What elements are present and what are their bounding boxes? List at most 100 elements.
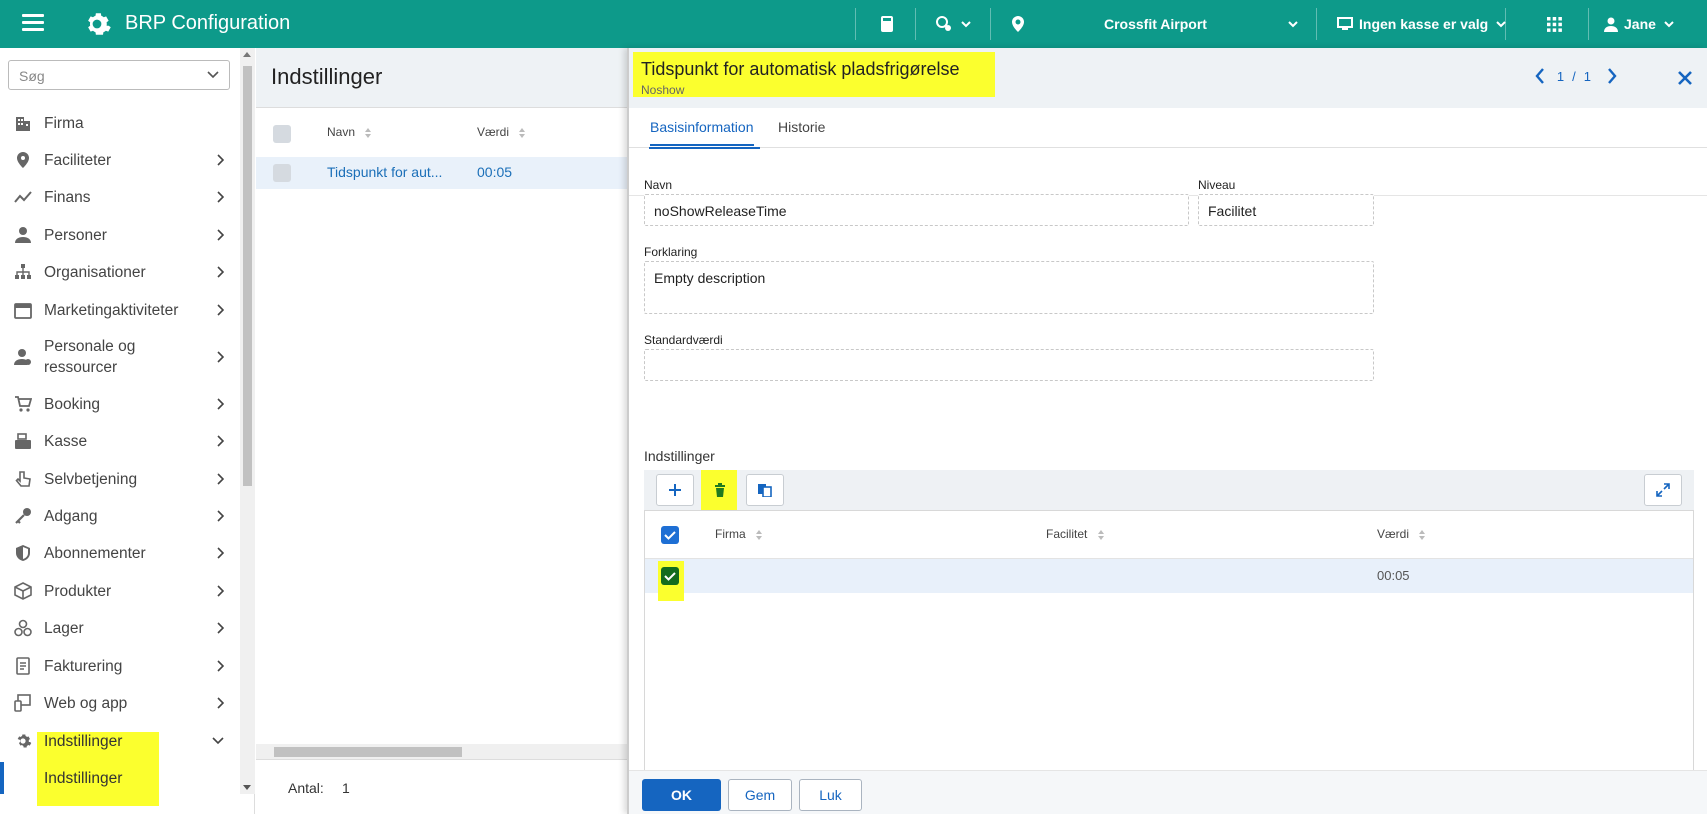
sidebar: Søg Firma Faciliteter Finans Personer Or… — [0, 48, 255, 814]
pager-current: 1 — [1556, 68, 1565, 84]
active-tab-indicator — [649, 147, 760, 149]
search-input[interactable]: Søg — [8, 60, 230, 90]
sidebar-item-label: Marketingaktiviteter — [44, 301, 179, 319]
sidebar-item-lager[interactable]: Lager — [0, 615, 238, 641]
detail-title: Tidspunkt for automatisk pladsfrigørelse — [641, 59, 960, 79]
chevron-left-icon[interactable] — [1535, 68, 1545, 84]
sidebar-item-produkter[interactable]: Produkter — [0, 578, 238, 604]
sidebar-item-booking[interactable]: Booking — [0, 391, 238, 417]
sidebar-item-indstillinger[interactable]: Indstillinger — [0, 728, 238, 754]
close-icon[interactable] — [1677, 70, 1693, 86]
row-checkbox[interactable] — [661, 567, 679, 585]
sidebar-item-fakturering[interactable]: Fakturering — [0, 653, 238, 679]
delete-button[interactable] — [701, 474, 739, 506]
sort-icon — [1097, 529, 1104, 540]
sidebar-item-web-og-app[interactable]: Web og app — [0, 690, 238, 716]
name-field[interactable]: noShowReleaseTime — [644, 194, 1189, 226]
sidebar-item-marketingaktiviteter[interactable]: Marketingaktiviteter — [0, 297, 238, 323]
column-header-vaerdi[interactable]: Værdi — [1377, 527, 1426, 541]
description-field[interactable]: Empty description — [644, 261, 1374, 314]
column-header-label: Firma — [715, 527, 746, 541]
person-icon — [15, 227, 31, 243]
sidebar-item-organisationer[interactable]: Organisationer — [0, 259, 238, 285]
sidebar-item-faciliteter[interactable]: Faciliteter — [0, 147, 238, 173]
pager-total: 1 — [1583, 68, 1591, 84]
scrollbar-thumb[interactable] — [274, 747, 462, 757]
copy-button[interactable] — [746, 474, 784, 506]
user-menu[interactable]: Jane — [1604, 0, 1674, 48]
sidebar-item-label: Indstillinger — [44, 732, 123, 750]
close-button[interactable]: Luk — [799, 779, 862, 811]
list-header: Indstillinger — [256, 48, 628, 108]
sort-icon — [1419, 529, 1426, 540]
divider — [990, 8, 991, 40]
calculator-button[interactable] — [880, 0, 894, 48]
sidebar-item-finans[interactable]: Finans — [0, 184, 238, 210]
highlight-marker: Tidspunkt for automatisk pladsfrigørelse… — [633, 52, 995, 97]
chevron-right-icon — [217, 351, 224, 363]
chevron-right-icon — [217, 229, 224, 241]
level-value: Facilitet — [1208, 203, 1257, 219]
column-header-firma[interactable]: Firma — [715, 527, 763, 541]
sidebar-scrollbar[interactable] — [240, 48, 255, 794]
boxes-icon — [14, 619, 32, 637]
pager: 1 / 1 — [1535, 68, 1617, 84]
apps-grid-icon — [1547, 16, 1562, 32]
save-button[interactable]: Gem — [728, 779, 792, 811]
field-label: Forklaring — [644, 245, 698, 259]
apps-button[interactable] — [1547, 0, 1562, 48]
chevron-right-icon[interactable] — [1607, 68, 1617, 84]
row-checkbox[interactable] — [273, 164, 291, 182]
sidebar-subitem-indstillinger[interactable]: Indstillinger — [0, 765, 238, 791]
sidebar-item-personer[interactable]: Personer — [0, 222, 238, 248]
select-all-checkbox[interactable] — [661, 526, 679, 544]
tab-historie[interactable]: Historie — [778, 119, 825, 135]
column-header-label: Facilitet — [1046, 527, 1088, 541]
register-selector[interactable]: Ingen kasse er valg — [1337, 0, 1506, 48]
detail-footer: OK Gem Luk — [629, 770, 1707, 814]
scroll-up-arrow[interactable] — [243, 52, 251, 57]
setting-name-link[interactable]: Tidspunkt for aut... — [327, 164, 442, 180]
sidebar-item-label: Abonnementer — [44, 544, 146, 562]
column-header-facilitet[interactable]: Facilitet — [1046, 527, 1105, 541]
cash-register-icon — [15, 433, 31, 449]
add-button[interactable] — [656, 474, 694, 506]
menu-icon[interactable] — [22, 14, 44, 34]
horizontal-scrollbar[interactable] — [256, 744, 628, 759]
table-row[interactable]: Tidspunkt for aut... 00:05 — [256, 157, 628, 189]
sidebar-item-personale[interactable]: Personale og ressourcer — [0, 332, 238, 382]
sidebar-item-label: Finans — [44, 188, 91, 206]
cart-icon — [15, 396, 32, 412]
sidebar-item-label: Produkter — [44, 582, 112, 600]
plus-icon — [669, 484, 681, 496]
column-header-label: Værdi — [477, 125, 510, 139]
calendar-icon — [14, 303, 32, 319]
chevron-down-icon — [1664, 21, 1674, 28]
column-header-vaerdi[interactable]: Værdi — [477, 125, 526, 139]
table-row[interactable]: 00:05 — [645, 559, 1693, 601]
chevron-right-icon — [217, 473, 224, 485]
default-value-field[interactable] — [644, 349, 1374, 381]
scroll-down-arrow[interactable] — [243, 785, 251, 790]
location-chevron[interactable] — [1280, 0, 1298, 48]
expand-button[interactable] — [1644, 474, 1682, 506]
chevron-right-icon — [217, 510, 224, 522]
sidebar-item-adgang[interactable]: Adgang — [0, 503, 238, 529]
divider — [1588, 8, 1589, 40]
column-header-navn[interactable]: Navn — [327, 125, 372, 139]
select-all-checkbox[interactable] — [273, 125, 291, 143]
sidebar-item-firma[interactable]: Firma — [0, 110, 238, 136]
sidebar-item-label: Selvbetjening — [44, 470, 138, 488]
scrollbar-thumb[interactable] — [243, 66, 252, 486]
level-field[interactable]: Facilitet — [1198, 194, 1374, 226]
chevron-down-icon — [212, 737, 224, 745]
tools-menu-button[interactable] — [935, 0, 971, 48]
sidebar-item-kasse[interactable]: Kasse — [0, 428, 238, 454]
sidebar-item-selvbetjening[interactable]: Selvbetjening — [0, 466, 238, 492]
ok-button[interactable]: OK — [642, 779, 721, 811]
location-selector[interactable]: Crossfit Airport — [1104, 0, 1207, 48]
tab-basisinformation[interactable]: Basisinformation — [650, 119, 754, 146]
field-label: Standardværdi — [644, 333, 723, 347]
sidebar-item-abonnementer[interactable]: Abonnementer — [0, 540, 238, 566]
field-label: Niveau — [1198, 178, 1236, 192]
